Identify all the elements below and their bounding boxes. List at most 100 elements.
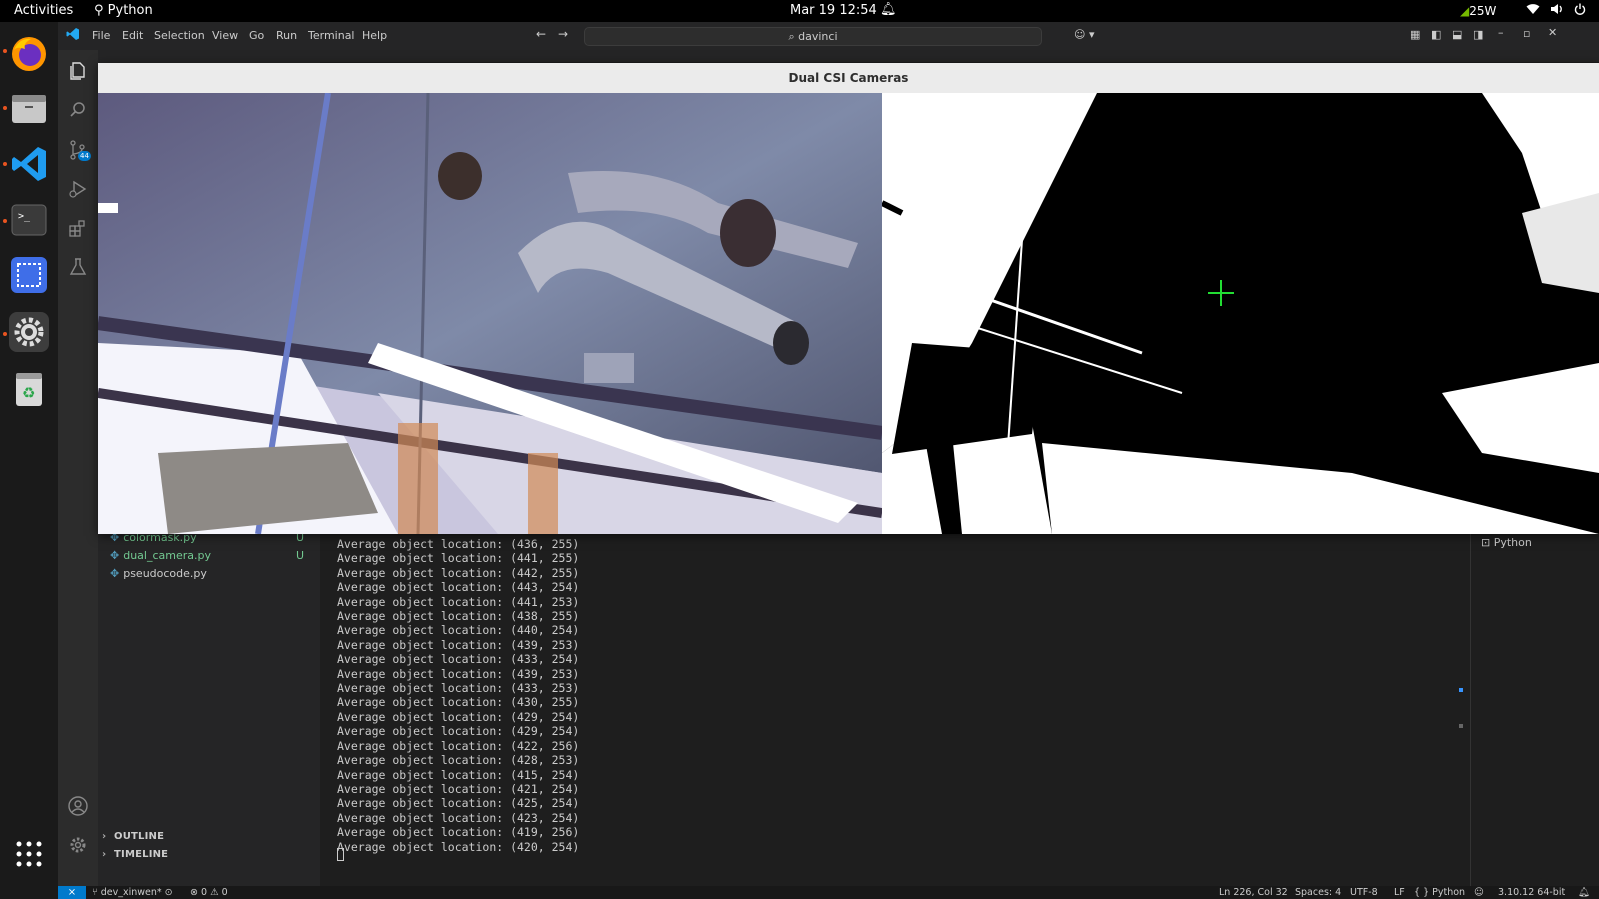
- camera-feed-color: [98, 93, 882, 534]
- app-menu[interactable]: ⚲ Python: [94, 3, 153, 18]
- files-icon[interactable]: [9, 89, 49, 129]
- close-icon[interactable]: ✕: [1548, 26, 1557, 39]
- activities-button[interactable]: Activities: [14, 3, 73, 18]
- minimize-icon[interactable]: –: [1498, 26, 1504, 39]
- chevron-right-icon: ›: [102, 831, 107, 842]
- menu-terminal[interactable]: Terminal: [308, 29, 355, 42]
- menu-file[interactable]: File: [92, 29, 110, 42]
- terminal-line: Average object location: (433, 253): [337, 681, 580, 696]
- apps-grid-icon[interactable]: [9, 834, 49, 874]
- terminal-line: Average object location: (423, 254): [337, 810, 580, 825]
- branch-indicator[interactable]: ⑂ dev_xinwen* ⊙: [92, 886, 173, 899]
- cursor-position[interactable]: Ln 226, Col 32: [1219, 886, 1288, 899]
- terminal-icon[interactable]: >_: [9, 200, 49, 240]
- terminal-line: Average object location: (433, 254): [337, 652, 580, 667]
- dock: >_ ♻: [0, 22, 58, 899]
- copilot-status-icon[interactable]: ☺: [1474, 886, 1484, 899]
- vscode-icon[interactable]: [9, 144, 49, 184]
- command-center[interactable]: ⌕ davinci: [584, 27, 1042, 46]
- python-file-icon: ✥: [110, 567, 120, 580]
- problems-indicator[interactable]: ⊗ 0 ⚠ 0: [190, 886, 228, 899]
- camera-window[interactable]: Dual CSI Cameras: [98, 63, 1599, 534]
- line-ending[interactable]: LF: [1394, 886, 1405, 899]
- svg-text:♻: ♻: [22, 384, 35, 402]
- camera-feed-mask: [882, 93, 1599, 534]
- terminal-tab-python[interactable]: ⊡ Python: [1481, 536, 1532, 549]
- terminal-cursor: [337, 848, 344, 861]
- file-name: dual_camera.py: [123, 549, 211, 562]
- terminal-output: Average object location: (436, 255) Avera…: [337, 537, 579, 854]
- firefox-icon[interactable]: [9, 34, 49, 74]
- copilot-icon[interactable]: ☺ ▾: [1074, 28, 1095, 41]
- terminal-line: Average object location: (438, 255): [337, 609, 580, 624]
- running-indicator: [3, 332, 7, 336]
- file-name: pseudocode.py: [123, 567, 207, 580]
- menu-go[interactable]: Go: [249, 29, 264, 42]
- testing-icon[interactable]: [67, 256, 89, 278]
- screenshot-icon[interactable]: [9, 255, 49, 295]
- running-indicator: [3, 49, 7, 53]
- scroll-marker: [1459, 688, 1463, 692]
- error-icon: ⊗: [190, 887, 201, 898]
- outline-section-header[interactable]: › OUTLINE: [102, 831, 164, 842]
- volume-icon[interactable]: [1550, 3, 1564, 19]
- terminal-line: Average object location: (415, 254): [337, 767, 580, 782]
- search-icon[interactable]: [67, 99, 89, 121]
- terminal-line: Average object location: (422, 256): [337, 738, 580, 753]
- indentation[interactable]: Spaces: 4: [1295, 886, 1341, 899]
- editor-tabs: [318, 50, 1599, 62]
- extensions-icon[interactable]: [67, 217, 89, 239]
- menu-help[interactable]: Help: [362, 29, 387, 42]
- notifications-bell-icon[interactable]: 🔔︎: [1578, 886, 1590, 899]
- manage-gear-icon[interactable]: [67, 834, 89, 856]
- source-control-badge: 44: [78, 151, 91, 161]
- menu-selection[interactable]: Selection: [154, 29, 205, 42]
- power-value: 25W: [1469, 4, 1497, 18]
- menu-run[interactable]: Run: [276, 29, 297, 42]
- search-icon: ⌕: [788, 30, 799, 43]
- terminal-line: Average object location: (439, 253): [337, 666, 580, 681]
- terminal-line: Average object location: (436, 255): [337, 537, 580, 551]
- run-debug-icon[interactable]: [67, 178, 89, 200]
- wifi-icon[interactable]: [1526, 3, 1540, 19]
- clock[interactable]: Mar 19 12:54: [790, 3, 877, 18]
- terminal-icon: ⊡: [1481, 536, 1494, 549]
- camera-window-title[interactable]: Dual CSI Cameras: [98, 63, 1599, 93]
- back-arrow-icon[interactable]: ←: [536, 27, 546, 41]
- file-item-dual-camera[interactable]: ✥ dual_camera.py U: [110, 549, 304, 562]
- notification-icon[interactable]: 🔔︎: [880, 2, 897, 17]
- file-item-pseudocode[interactable]: ✥ pseudocode.py: [110, 567, 207, 580]
- terminal-line: Average object location: (430, 255): [337, 695, 580, 710]
- toggle-panel-icon[interactable]: ⬓: [1452, 28, 1462, 41]
- toggle-sidebar-icon[interactable]: ◧: [1431, 28, 1441, 41]
- terminal-tab-label: Python: [1493, 536, 1532, 549]
- menu-edit[interactable]: Edit: [122, 29, 143, 42]
- remote-indicator-icon[interactable]: ⨯: [58, 886, 86, 899]
- terminal-line: Average object location: (425, 254): [337, 796, 580, 811]
- toggle-secondary-sidebar-icon[interactable]: ◨: [1473, 28, 1483, 41]
- python-interpreter[interactable]: 3.10.12 64-bit: [1498, 886, 1565, 899]
- terminal-line: Average object location: (441, 253): [337, 594, 580, 609]
- terminal-line: Average object location: (428, 253): [337, 753, 580, 768]
- terminal-panel[interactable]: Average object location: (436, 255) Avera…: [320, 532, 1599, 886]
- menu-view[interactable]: View: [212, 29, 238, 42]
- status-bar: ⨯ ⑂ dev_xinwen* ⊙ ⊗ 0 ⚠ 0 Ln 226, Col 32…: [58, 886, 1599, 899]
- layout-icon[interactable]: ▦: [1410, 28, 1420, 41]
- encoding[interactable]: UTF-8: [1350, 886, 1378, 899]
- timeline-section-header[interactable]: › TIMELINE: [102, 849, 168, 860]
- forward-arrow-icon[interactable]: →: [558, 27, 568, 41]
- language-mode[interactable]: { } Python: [1414, 886, 1465, 899]
- maximize-icon[interactable]: ▫: [1523, 27, 1530, 40]
- scroll-marker: [1459, 724, 1463, 728]
- terminal-tabs: ⊡ Python: [1470, 532, 1599, 886]
- settings-icon[interactable]: [9, 312, 49, 352]
- accounts-icon[interactable]: [67, 795, 89, 817]
- explorer-icon[interactable]: [67, 60, 89, 82]
- source-control-icon[interactable]: 44: [67, 139, 91, 161]
- activity-bar: 44: [58, 50, 98, 886]
- trash-icon[interactable]: ♻: [9, 369, 49, 409]
- command-center-label: davinci: [798, 30, 838, 43]
- power-indicator[interactable]: ◢25W: [1460, 4, 1496, 18]
- terminal-line: Average object location: (420, 254): [337, 839, 580, 854]
- power-icon[interactable]: [1574, 3, 1586, 19]
